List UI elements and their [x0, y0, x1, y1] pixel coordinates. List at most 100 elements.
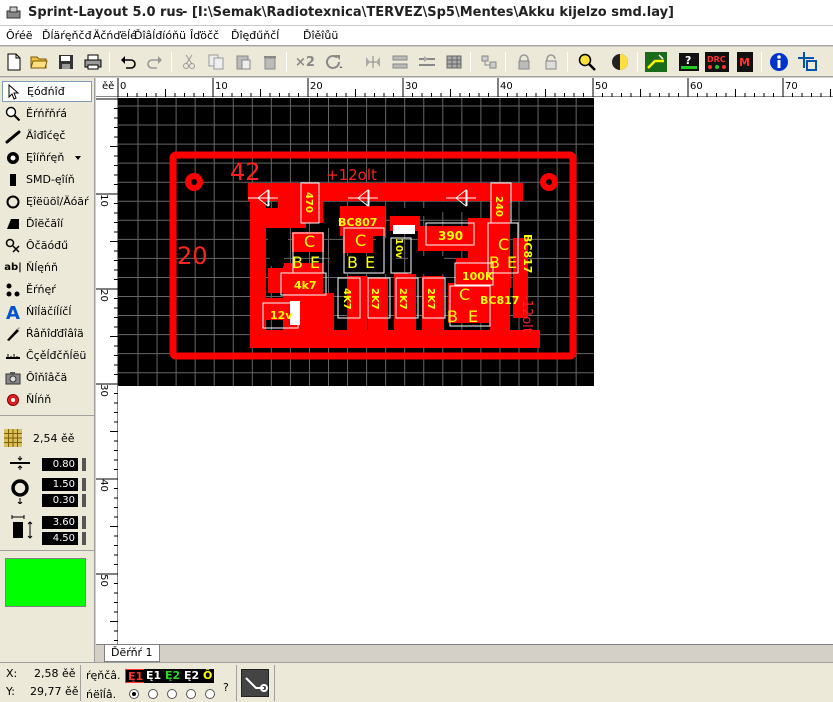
track-width-spinner[interactable]	[82, 458, 86, 471]
menu-plating[interactable]: Ďîęđűňčĺ	[231, 29, 279, 42]
tool-mask[interactable]: Ěŕńęŕ	[2, 279, 92, 300]
label-2k7: 2K7	[397, 288, 408, 310]
tool-smd-pad[interactable]: SMD-ęîíň	[2, 169, 92, 190]
tool-label: SMD-ęîíň	[26, 173, 75, 186]
connection-mode-icon[interactable]	[241, 669, 269, 697]
toolbar-separator	[286, 52, 287, 72]
autorouter-icon[interactable]	[644, 50, 668, 74]
smd-width-input[interactable]: 3.60	[42, 516, 78, 529]
lock-icon[interactable]	[512, 50, 536, 74]
label-20: 20	[177, 242, 208, 270]
help-components-icon[interactable]: ?	[677, 50, 701, 74]
ruler-top-tick-label: 20	[310, 81, 323, 92]
tool-cursor[interactable]: Ęóđńîđ	[2, 81, 92, 102]
toolbar-separator	[637, 52, 638, 72]
smd-height-input[interactable]: 4.50	[42, 532, 78, 545]
tool-label: Ěŕńřňŕá	[26, 107, 68, 120]
mirror-h-icon[interactable]	[361, 50, 385, 74]
tool-measure[interactable]: Čçěĺđčňĺëü	[2, 345, 92, 366]
track-width-input[interactable]: 0.80	[42, 458, 78, 471]
drc-icon[interactable]: DRC	[705, 50, 729, 74]
layer-s1[interactable]: Ę1	[144, 669, 164, 683]
menu-options[interactable]: Îďöčč	[190, 29, 219, 42]
smd-height-spinner[interactable]	[82, 532, 86, 545]
menu-edit[interactable]: Ďĺäŕęňčđ	[42, 29, 92, 42]
save-icon[interactable]	[54, 50, 78, 74]
layers-help[interactable]: ?	[223, 681, 229, 694]
y-coordinate: 29,77 ěě	[30, 685, 79, 698]
tool-circle[interactable]: Ęîëüöî/Äóăŕ	[2, 191, 92, 212]
tool-track[interactable]: Äîđîćęč	[2, 125, 92, 146]
tool-polygon[interactable]: Ďîëčăîí	[2, 213, 92, 234]
layer-c2[interactable]: Ę2	[163, 669, 183, 683]
visible-outline-radio[interactable]	[205, 689, 215, 699]
info-icon[interactable]	[767, 50, 791, 74]
tool-text[interactable]: ab| Ňĺęńň	[2, 257, 92, 278]
delete-icon[interactable]	[258, 50, 282, 74]
unlock-icon[interactable]	[539, 50, 563, 74]
file-path: - [I:\Semak\Radiotexnica\TERVEZ\Sp5\Ment…	[182, 5, 674, 20]
tab-board-1[interactable]: Ďëŕňŕ 1	[104, 645, 160, 662]
pad-inner-spinner[interactable]	[82, 494, 86, 507]
chevron-down-icon[interactable]	[74, 155, 82, 161]
layer-outline[interactable]: Ô	[201, 669, 215, 683]
rotate-icon[interactable]	[322, 50, 346, 74]
paste-icon[interactable]	[231, 50, 255, 74]
pad-inner-input[interactable]: 0.30	[42, 494, 78, 507]
tool-label: Ŕâňîďđîâîä	[26, 327, 84, 340]
grid-size-label[interactable]: 2,54 ěě	[33, 432, 75, 445]
tool-label: Ęîíňŕęň	[26, 151, 65, 164]
open-icon[interactable]	[27, 50, 51, 74]
visible-s1-radio[interactable]	[148, 689, 158, 699]
new-icon[interactable]	[2, 50, 26, 74]
menu-file[interactable]: Ôŕéë	[6, 29, 32, 42]
label-e: E	[365, 253, 375, 272]
layer-s2[interactable]: Ę2	[182, 669, 202, 683]
smd-size-icon	[8, 514, 36, 545]
svg-text:A: A	[6, 303, 20, 321]
copy-icon[interactable]	[204, 50, 228, 74]
label-42: 42	[230, 158, 261, 186]
group-icon[interactable]	[442, 50, 466, 74]
ruler-left-tick-label: 50	[97, 574, 109, 587]
active-layer-title: ŕęňčâ.	[86, 669, 121, 682]
tool-label: Čçěĺđčňĺëü	[26, 349, 87, 362]
duplicate-x2-icon[interactable]: ×2	[293, 50, 317, 74]
ungroup-icon[interactable]	[477, 50, 501, 74]
redo-icon[interactable]	[143, 50, 167, 74]
visible-s2-radio[interactable]	[186, 689, 196, 699]
pad-outer-spinner[interactable]	[82, 478, 86, 491]
label-470: 470	[303, 192, 314, 213]
tool-special-form[interactable]: Ôčăóđű	[2, 235, 92, 256]
menu-view[interactable]: Äčńďëĺé	[93, 29, 137, 42]
menu-help[interactable]: Ďîěîůü	[303, 29, 338, 42]
tool-pad[interactable]: Ęîíňŕęň	[2, 147, 92, 168]
mirror-v-icon[interactable]	[388, 50, 412, 74]
pad-outer-input[interactable]: 1.50	[42, 478, 78, 491]
label-4k7-vertical: 4K7	[341, 288, 352, 310]
y-label: Y:	[6, 685, 15, 698]
layer-c1[interactable]: Ę1	[125, 669, 147, 683]
layer-color-swatch[interactable]	[5, 558, 86, 607]
tool-photo[interactable]: Ôîňîâčä	[2, 367, 92, 388]
tool-connection[interactable]: A Ńîĺäčíĺíčĺ	[2, 301, 92, 322]
print-icon[interactable]	[81, 50, 105, 74]
menu-rotate[interactable]: Ďîâĺđíóňü	[134, 29, 186, 42]
visible-c2-radio[interactable]	[167, 689, 177, 699]
svg-text:?: ?	[685, 54, 691, 67]
visible-c1-radio[interactable]	[129, 689, 139, 699]
macro-icon[interactable]: M	[733, 50, 757, 74]
zoom-icon[interactable]	[575, 50, 599, 74]
tool-test[interactable]: Ňĺńň	[2, 389, 92, 410]
crosshair-icon[interactable]	[796, 50, 820, 74]
view-toggle-icon[interactable]	[608, 50, 632, 74]
tool-zoom[interactable]: Ěŕńřňŕá	[2, 103, 92, 124]
cut-icon[interactable]	[177, 50, 201, 74]
pcb-board[interactable]: 42 20 +12olt -12olt BC807 BC817 BC817 47…	[118, 98, 594, 386]
ruler-left-tick-label: 30	[97, 384, 109, 397]
smd-width-spinner[interactable]	[82, 516, 86, 529]
tool-autoroute[interactable]: Ŕâňîďđîâîä	[2, 323, 92, 344]
grid-icon[interactable]	[4, 429, 22, 450]
undo-icon[interactable]	[116, 50, 140, 74]
align-icon[interactable]	[415, 50, 439, 74]
